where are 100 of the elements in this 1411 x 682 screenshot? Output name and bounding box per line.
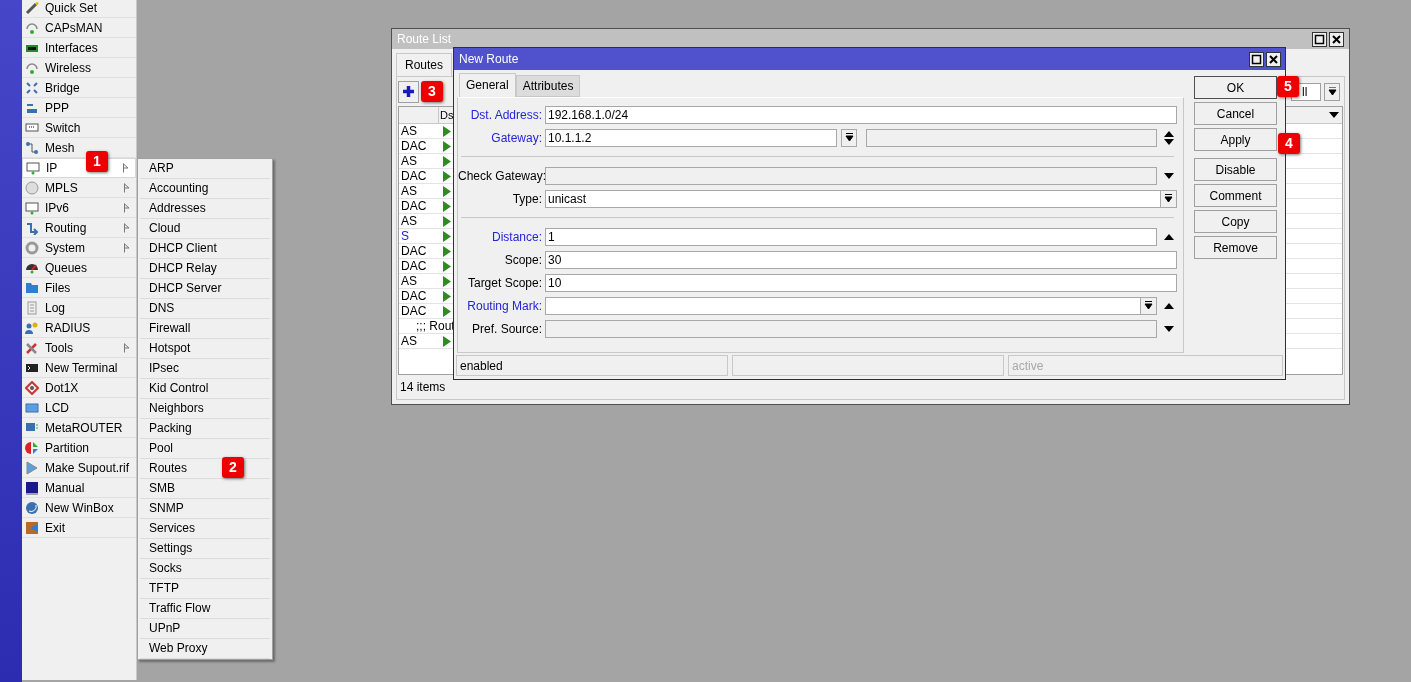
tab[interactable]: General bbox=[459, 73, 516, 97]
table-cell-text: DAC bbox=[400, 304, 428, 318]
maximize-icon[interactable] bbox=[1312, 31, 1327, 47]
menu-item[interactable]: Dot1X bbox=[22, 378, 136, 398]
menu-item[interactable]: DHCP Relay bbox=[140, 259, 270, 279]
disc-icon bbox=[25, 180, 39, 195]
comment-text: ;;; Rout bbox=[415, 319, 455, 333]
menu-item[interactable]: Interfaces bbox=[22, 38, 136, 58]
exit-icon bbox=[25, 520, 39, 535]
dropdown-icon bbox=[1327, 87, 1337, 96]
status-cell: active bbox=[1008, 355, 1283, 376]
menu-item[interactable]: Kid Control bbox=[140, 379, 270, 399]
menu-item[interactable]: Routing bbox=[22, 218, 136, 238]
menu-item[interactable]: DHCP Client bbox=[140, 239, 270, 259]
input-field[interactable]: 192.168.1.0/24 bbox=[545, 105, 1177, 124]
menu-item[interactable]: Bridge bbox=[22, 78, 136, 98]
menu-item[interactable]: ARP bbox=[140, 159, 270, 179]
close-icon[interactable] bbox=[1266, 51, 1281, 67]
down-arrow-icon[interactable] bbox=[1163, 138, 1175, 145]
menu-item[interactable]: Addresses bbox=[140, 199, 270, 219]
field-link[interactable]: Dst. Address: bbox=[458, 105, 545, 124]
field-label: Target Scope: bbox=[466, 274, 543, 292]
input-field[interactable]: unicast bbox=[545, 189, 1177, 208]
field-link[interactable]: Gateway: bbox=[458, 128, 545, 147]
menu-item[interactable]: Files bbox=[22, 278, 136, 298]
menu-item[interactable]: Accounting bbox=[140, 179, 270, 199]
routing-icon bbox=[25, 220, 39, 235]
menu-item[interactable]: Quick Set bbox=[22, 0, 136, 18]
menu-item[interactable]: Packing bbox=[140, 419, 270, 439]
menu-item[interactable]: Manual bbox=[22, 478, 136, 498]
maximize-icon[interactable] bbox=[1249, 51, 1264, 67]
mesh-icon bbox=[25, 140, 39, 155]
menu-item[interactable]: Queues bbox=[22, 258, 136, 278]
diamond-icon bbox=[25, 380, 39, 395]
input-field[interactable] bbox=[545, 296, 1157, 315]
field-label: Check Gateway: bbox=[458, 167, 545, 185]
step-callout-tooltip: 5 bbox=[1277, 76, 1299, 97]
dialog-button[interactable]: OK bbox=[1194, 76, 1277, 99]
input-field[interactable] bbox=[866, 128, 1157, 147]
menu-item[interactable]: MetaROUTER bbox=[22, 418, 136, 438]
menu-item[interactable]: SMB bbox=[140, 479, 270, 499]
menu-item[interactable]: Make Supout.rif bbox=[22, 458, 136, 478]
play-icon bbox=[443, 230, 451, 242]
menu-item[interactable]: MPLS bbox=[22, 178, 136, 198]
switch-icon bbox=[25, 120, 39, 135]
menu-item[interactable]: LCD bbox=[22, 398, 136, 418]
menu-item[interactable]: Settings bbox=[140, 539, 270, 559]
input-field[interactable]: 30 bbox=[545, 250, 1177, 269]
menu-item[interactable]: Hotspot bbox=[140, 339, 270, 359]
menu-item[interactable]: Exit bbox=[22, 518, 136, 538]
menu-item[interactable]: Partition bbox=[22, 438, 136, 458]
menu-item[interactable]: New Terminal bbox=[22, 358, 136, 378]
menu-item[interactable]: IPv6 bbox=[22, 198, 136, 218]
menu-item[interactable]: PPP bbox=[22, 98, 136, 118]
menu-item[interactable]: Firewall bbox=[140, 319, 270, 339]
menu-item[interactable]: DHCP Server bbox=[140, 279, 270, 299]
add-button[interactable] bbox=[398, 80, 419, 103]
menu-item[interactable]: Log bbox=[22, 298, 136, 318]
field-link[interactable]: Routing Mark: bbox=[458, 296, 545, 315]
menu-item[interactable]: Wireless bbox=[22, 58, 136, 78]
menu-item[interactable]: Web Proxy bbox=[140, 639, 270, 659]
tab[interactable]: Attributes bbox=[515, 75, 581, 97]
close-icon[interactable] bbox=[1329, 31, 1344, 47]
dialog-button[interactable]: Cancel bbox=[1194, 102, 1277, 125]
dialog-button[interactable]: Copy bbox=[1194, 210, 1277, 233]
menu-item[interactable]: UPnP bbox=[140, 619, 270, 639]
document-icon bbox=[25, 300, 39, 315]
menu-item[interactable]: New WinBox bbox=[22, 498, 136, 518]
menu-item[interactable]: Cloud bbox=[140, 219, 270, 239]
field-label: Pref. Source: bbox=[470, 320, 543, 338]
menu-item[interactable]: Neighbors bbox=[140, 399, 270, 419]
monitor-icon bbox=[25, 200, 39, 215]
menu-item[interactable]: Switch bbox=[22, 118, 136, 138]
up-arrow-icon[interactable] bbox=[1163, 233, 1175, 240]
menu-item[interactable]: TFTP bbox=[140, 579, 270, 599]
input-field[interactable]: 10 bbox=[545, 273, 1177, 292]
menu-item[interactable]: Tools bbox=[22, 338, 136, 358]
input-field[interactable]: 1 bbox=[545, 227, 1157, 246]
menu-item[interactable]: DNS bbox=[140, 299, 270, 319]
up-arrow-icon[interactable] bbox=[1163, 130, 1175, 137]
menu-item[interactable]: SNMP bbox=[140, 499, 270, 519]
dialog-button[interactable]: Comment bbox=[1194, 184, 1277, 207]
menu-item[interactable]: Services bbox=[140, 519, 270, 539]
menu-item[interactable]: Socks bbox=[140, 559, 270, 579]
input-field[interactable]: 10.1.1.2 bbox=[545, 128, 837, 147]
play-icon bbox=[25, 460, 39, 475]
up-arrow-icon[interactable] bbox=[1163, 302, 1175, 309]
menu-item[interactable]: Traffic Flow bbox=[140, 599, 270, 619]
users-icon bbox=[25, 320, 39, 335]
menu-item[interactable]: IPsec bbox=[140, 359, 270, 379]
menu-item[interactable]: CAPsMAN bbox=[22, 18, 136, 38]
dialog-button[interactable]: Disable bbox=[1194, 158, 1277, 181]
step-callout-tooltip: 3 bbox=[421, 81, 443, 102]
tab[interactable]: Routes bbox=[396, 53, 453, 76]
dialog-button[interactable]: Apply bbox=[1194, 128, 1277, 151]
dialog-button[interactable]: Remove bbox=[1194, 236, 1277, 259]
dropdown-icon[interactable] bbox=[1329, 112, 1339, 118]
field-link[interactable]: Distance: bbox=[458, 227, 545, 246]
menu-item[interactable]: System bbox=[22, 238, 136, 258]
menu-item[interactable]: RADIUS bbox=[22, 318, 136, 338]
